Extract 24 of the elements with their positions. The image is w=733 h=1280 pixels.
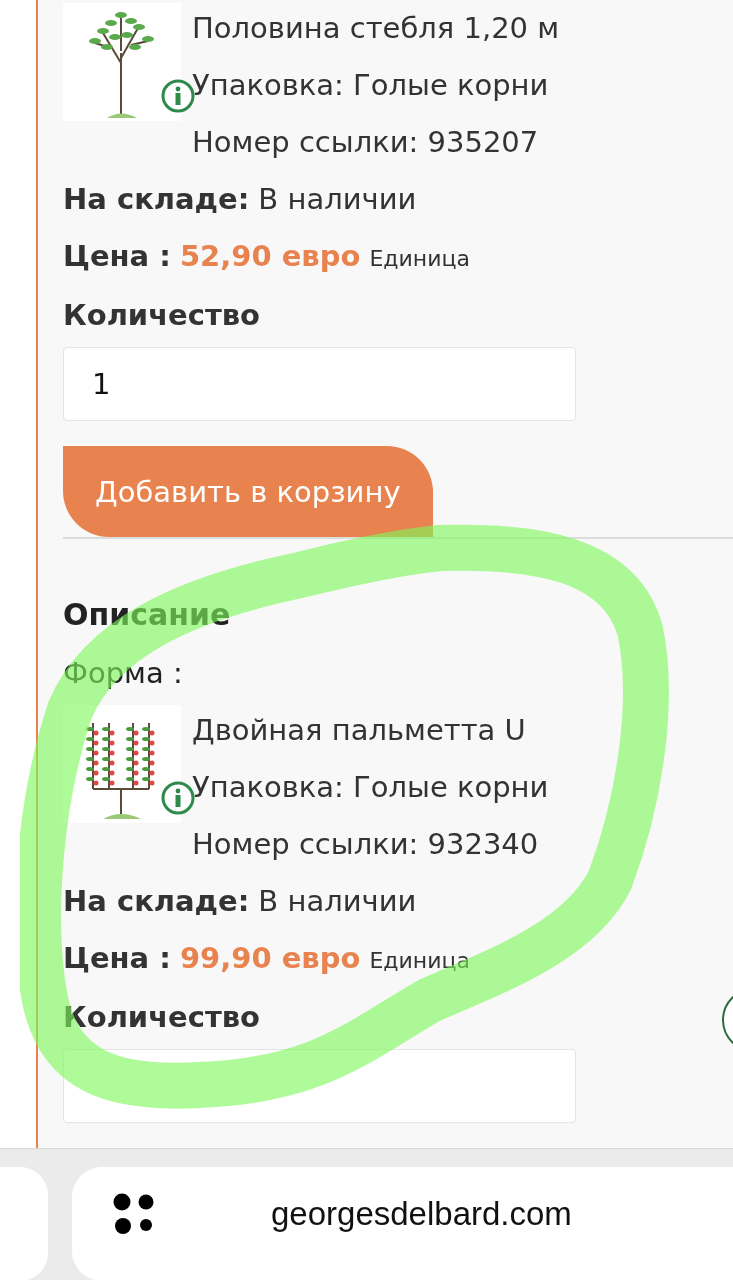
- quantity-field[interactable]: 1: [63, 347, 576, 421]
- variant-text: Двойная пальметта U: [192, 712, 527, 749]
- stock-label: На складе:: [63, 181, 250, 218]
- variant-text: Половина стебля 1,20 м: [192, 10, 560, 47]
- address-bar[interactable]: georgesdelbard.com: [72, 1167, 733, 1280]
- reference-text: Номер ссылки: 932340: [192, 826, 540, 863]
- packaging-text: Упаковка: Голые корни: [192, 769, 549, 806]
- packaging-text: Упаковка: Голые корни: [192, 67, 550, 104]
- price-value: 99,90 евро: [179, 940, 361, 977]
- quantity-field[interactable]: [63, 1049, 576, 1123]
- stock-value: В наличии: [258, 883, 417, 920]
- price-label: Цена :: [63, 940, 171, 977]
- price-label: Цена :: [63, 238, 171, 275]
- price-value: 52,90 евро: [179, 238, 361, 275]
- quantity-label: Количество: [63, 999, 261, 1036]
- page-menu-icon[interactable]: [112, 1192, 156, 1236]
- domain-text: georgesdelbard.com: [271, 1195, 572, 1233]
- form-label: Форма :: [63, 655, 183, 692]
- stock-value: В наличии: [258, 181, 417, 218]
- unit-text: Единица: [369, 245, 470, 273]
- stock-label: На складе:: [63, 883, 250, 920]
- quantity-label: Количество: [63, 297, 261, 334]
- reference-text: Номер ссылки: 935207: [192, 124, 540, 161]
- unit-text: Единица: [369, 947, 470, 975]
